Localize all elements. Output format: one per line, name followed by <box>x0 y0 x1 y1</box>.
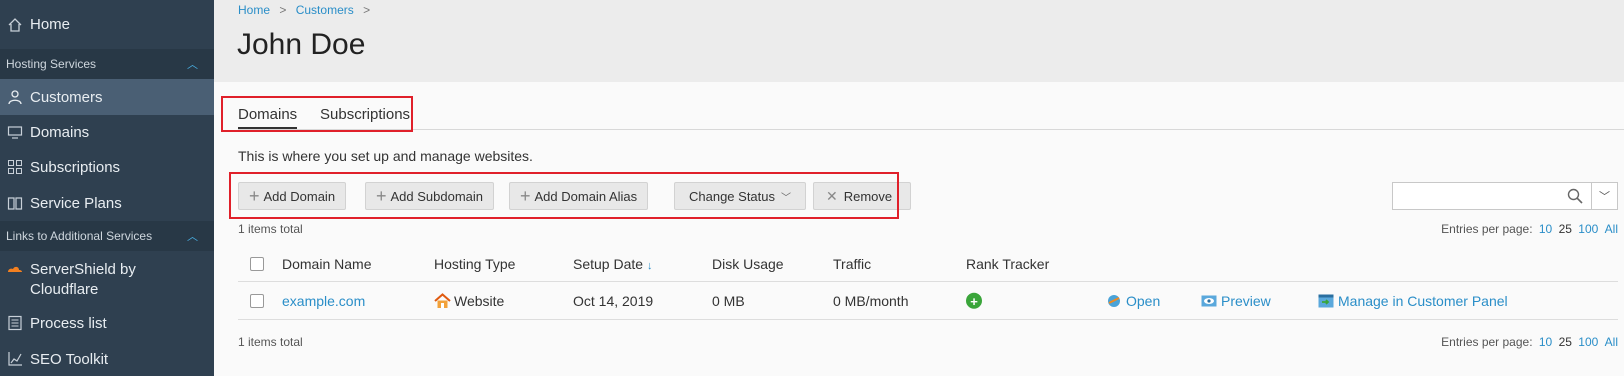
setup-date-label: Setup Date <box>573 255 644 272</box>
sidebar-item-process-list[interactable]: Process list <box>0 305 214 341</box>
breadcrumb-home[interactable]: Home <box>238 3 270 17</box>
sidebar-group-hosting-services[interactable]: Hosting Services ︿ <box>0 49 214 79</box>
sort-down-icon: ↓ <box>646 259 653 272</box>
open-link[interactable]: Open <box>1106 293 1160 309</box>
open-globe-icon <box>1106 294 1122 308</box>
setup-date-cell: Oct 14, 2019 <box>573 292 654 309</box>
preview-link[interactable]: Preview <box>1201 293 1271 309</box>
sidebar-item-label: Customers <box>30 88 103 106</box>
search-options-dropdown[interactable]: ﹀ <box>1592 182 1618 210</box>
main-content: Domains Subscriptions This is where you … <box>214 82 1624 376</box>
sidebar-item-label: Service Plans <box>30 194 122 212</box>
entries-option-10[interactable]: 10 <box>1539 335 1552 349</box>
grid-icon <box>6 158 24 176</box>
column-header-setup-date[interactable]: Setup Date ↓ <box>573 256 652 272</box>
manage-in-customer-panel-link[interactable]: Manage in Customer Panel <box>1318 293 1508 309</box>
breadcrumb: Home > Customers > <box>238 3 376 17</box>
sidebar-item-label: Home <box>30 16 71 33</box>
highlight-box-toolbar <box>229 172 899 219</box>
hosting-type-label: Website <box>454 292 505 309</box>
sidebar-item-seo-toolkit[interactable]: SEO Toolkit <box>0 341 214 376</box>
entries-option-all[interactable]: All <box>1605 222 1618 236</box>
traffic-cell: 0 MB/month <box>833 292 909 309</box>
cloudflare-icon <box>6 260 24 278</box>
list-icon <box>6 314 24 332</box>
entries-option-100[interactable]: 100 <box>1578 335 1598 349</box>
select-all-checkbox[interactable] <box>250 256 264 271</box>
rank-tracker-add-icon[interactable]: + <box>966 292 982 309</box>
sidebar-item-servershield[interactable]: ServerShield by Cloudflare <box>0 251 214 305</box>
row-checkbox[interactable] <box>250 293 264 308</box>
sidebar-item-customers[interactable]: Customers <box>0 79 214 115</box>
entries-option-10[interactable]: 10 <box>1539 222 1552 236</box>
tab-bar: Domains Subscriptions <box>238 100 1624 130</box>
monitor-icon <box>6 123 24 141</box>
column-header-domain-name[interactable]: Domain Name <box>282 256 371 272</box>
home-icon <box>6 16 24 34</box>
sidebar-item-label: SEO Toolkit <box>30 350 109 368</box>
sidebar-group-additional-services[interactable]: Links to Additional Services ︿ <box>0 221 214 251</box>
manage-label: Manage in Customer Panel <box>1338 292 1508 309</box>
table-row: example.com Website Oct 14, 2019 0 MB 0 … <box>238 282 1618 320</box>
sidebar-item-label: Process list <box>30 314 107 332</box>
sidebar-item-domains[interactable]: Domains <box>0 115 214 149</box>
book-icon <box>6 194 24 212</box>
entries-label: Entries per page: <box>1441 335 1533 349</box>
chevron-right-icon: > <box>279 3 287 17</box>
sidebar-item-home[interactable]: Home <box>0 0 214 49</box>
preview-label: Preview <box>1221 292 1271 309</box>
servershield-label-line1: ServerShield by <box>30 261 136 278</box>
breadcrumb-customers[interactable]: Customers <box>296 3 354 17</box>
entries-option-100[interactable]: 100 <box>1578 222 1598 236</box>
user-icon <box>6 88 24 106</box>
column-header-traffic[interactable]: Traffic <box>833 256 871 272</box>
page-header: Home > Customers > John Doe <box>214 0 1624 82</box>
items-total: 1 items total <box>238 222 303 236</box>
entries-per-page-bottom: Entries per page: 10 25 100 All <box>1441 335 1618 349</box>
entries-per-page: Entries per page: 10 25 100 All <box>1441 222 1618 236</box>
search-icon <box>1567 188 1583 208</box>
entries-option-25: 25 <box>1558 335 1572 349</box>
chevron-down-icon: ﹀ <box>1599 191 1610 203</box>
sidebar: Home Hosting Services ︿ Customers Domain… <box>0 0 214 376</box>
domains-table: Domain Name Hosting Type Setup Date ↓ Di… <box>238 246 1618 320</box>
column-header-rank-tracker: Rank Tracker <box>966 255 1050 272</box>
chart-icon <box>6 350 24 368</box>
sidebar-item-label: ServerShield by Cloudflare <box>30 260 136 300</box>
sidebar-group-label: Links to Additional Services <box>6 229 153 243</box>
page-title: John Doe <box>237 28 366 61</box>
sidebar-item-subscriptions[interactable]: Subscriptions <box>0 149 214 185</box>
hosting-type-cell: Website <box>434 293 504 309</box>
entries-option-all[interactable]: All <box>1605 335 1618 349</box>
entries-label: Entries per page: <box>1441 222 1533 236</box>
table-header-row: Domain Name Hosting Type Setup Date ↓ Di… <box>238 246 1618 282</box>
disk-usage-cell: 0 MB <box>712 292 745 309</box>
chevron-right-icon: > <box>363 3 371 17</box>
sidebar-group-label: Hosting Services <box>6 57 97 71</box>
sidebar-item-label: Subscriptions <box>30 158 121 176</box>
page-description: This is where you set up and manage webs… <box>238 148 533 164</box>
items-total-bottom: 1 items total <box>238 335 303 349</box>
open-label: Open <box>1126 292 1161 309</box>
search-input[interactable] <box>1392 182 1592 210</box>
servershield-label-line2: Cloudflare <box>30 281 99 298</box>
website-home-icon <box>434 292 451 309</box>
domain-link[interactable]: example.com <box>282 293 365 309</box>
highlight-box-tabs <box>221 96 413 132</box>
column-header-hosting-type[interactable]: Hosting Type <box>434 256 515 272</box>
column-header-disk-usage[interactable]: Disk Usage <box>712 256 784 272</box>
sidebar-item-label: Domains <box>30 123 90 141</box>
preview-eye-icon <box>1201 294 1217 308</box>
customer-panel-icon <box>1318 294 1334 308</box>
sidebar-item-service-plans[interactable]: Service Plans <box>0 185 214 221</box>
chevron-up-icon: ︿ <box>187 59 198 71</box>
entries-option-25: 25 <box>1558 222 1572 236</box>
chevron-up-icon: ︿ <box>187 231 198 243</box>
